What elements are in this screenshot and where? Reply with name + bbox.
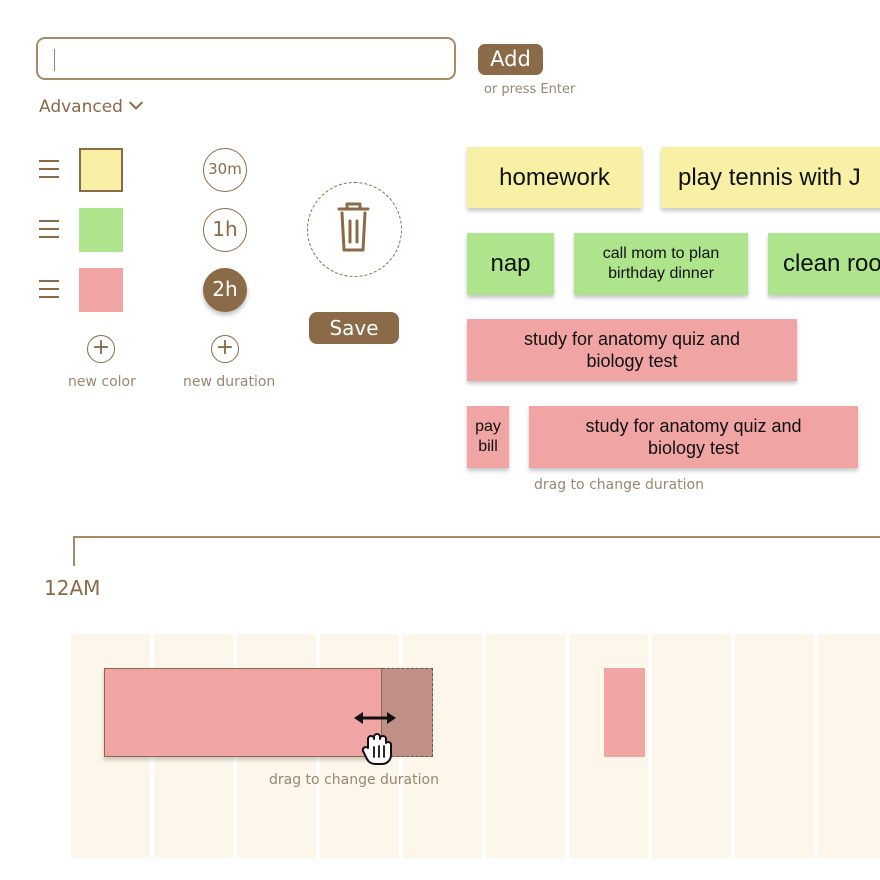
color-swatch-green[interactable] [79, 208, 123, 252]
text-caret [54, 49, 55, 71]
advanced-toggle[interactable]: Advanced [39, 95, 144, 117]
drag-hint-cards: drag to change duration [534, 477, 704, 493]
new-color-label: new color [68, 374, 136, 390]
add-duration-plus-icon[interactable]: + [211, 335, 239, 363]
timeline-start-label: 12AM [44, 576, 101, 600]
color-swatch-pink[interactable] [79, 268, 123, 312]
add-button[interactable]: Add [478, 44, 543, 75]
scheduled-task-block[interactable] [604, 668, 645, 757]
chevron-down-icon [128, 95, 144, 110]
timeline-line [73, 536, 880, 538]
task-card[interactable]: clean roo [768, 233, 880, 295]
timeline-slot[interactable] [735, 634, 814, 858]
task-card[interactable]: study for anatomy quiz and biology test [529, 406, 858, 468]
task-card[interactable]: call mom to plan birthday dinner [574, 233, 748, 295]
task-card[interactable]: nap [467, 233, 554, 295]
add-color-plus-icon[interactable]: + [87, 335, 115, 363]
save-button[interactable]: Save [309, 312, 399, 344]
duration-30m-button[interactable]: 30m [203, 148, 247, 192]
trash-icon [337, 202, 370, 252]
drag-hint-timeline: drag to change duration [269, 772, 439, 788]
timeline-slot[interactable] [486, 634, 565, 858]
drag-handle-icon[interactable] [39, 220, 59, 238]
task-card[interactable]: pay bill [467, 406, 509, 468]
trash-dropzone[interactable] [307, 182, 402, 277]
advanced-label: Advanced [39, 97, 123, 117]
task-card[interactable]: homework [467, 147, 642, 208]
task-input-field[interactable] [36, 37, 456, 80]
add-hint: or press Enter [484, 82, 576, 97]
drag-handle-icon[interactable] [39, 160, 59, 178]
color-swatch-yellow[interactable] [79, 148, 123, 192]
timeline-tick [73, 536, 75, 566]
task-card[interactable]: play tennis with J [661, 147, 880, 208]
task-card[interactable]: study for anatomy quiz and biology test [467, 319, 797, 381]
hand-cursor-icon [361, 733, 392, 765]
timeline-slot[interactable] [652, 634, 731, 858]
scheduled-task-block[interactable] [104, 668, 382, 757]
resize-arrow-icon [354, 712, 396, 724]
new-duration-label: new duration [183, 374, 276, 390]
duration-1h-button[interactable]: 1h [203, 208, 247, 252]
duration-2h-button[interactable]: 2h [203, 268, 247, 312]
drag-handle-icon[interactable] [39, 280, 59, 298]
timeline-slot[interactable] [818, 634, 880, 858]
